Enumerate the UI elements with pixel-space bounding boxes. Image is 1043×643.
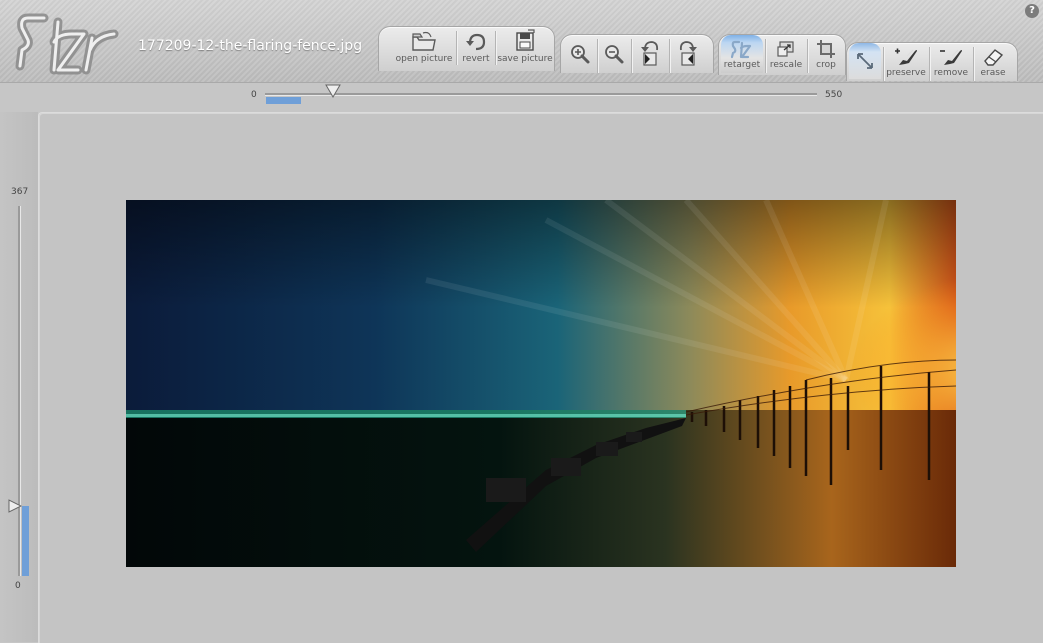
expand-button[interactable] <box>851 51 879 71</box>
open-picture-label: open picture <box>395 54 453 64</box>
height-slider-min: 0 <box>15 581 21 591</box>
mode-tools-group: retarget rescale crop <box>718 34 846 75</box>
divider <box>597 39 598 73</box>
rescale-button[interactable]: rescale <box>767 39 805 70</box>
revert-icon <box>466 33 486 51</box>
divider <box>765 39 766 73</box>
divider <box>456 31 457 65</box>
divider <box>631 39 632 73</box>
preserve-button[interactable]: preserve <box>885 47 927 78</box>
preserve-label: preserve <box>886 68 926 78</box>
brush-plus-icon <box>895 48 917 65</box>
width-slider-track[interactable] <box>265 93 817 96</box>
save-picture-label: save picture <box>497 54 553 64</box>
rotate-left-button[interactable] <box>633 39 667 67</box>
retarget-icon <box>730 40 752 59</box>
width-slider-thumb[interactable] <box>325 84 341 98</box>
zoom-in-button[interactable] <box>565 43 595 65</box>
photo-image <box>126 200 956 567</box>
remove-button[interactable]: remove <box>931 47 971 78</box>
rescale-label: rescale <box>769 60 803 70</box>
divider <box>669 39 670 73</box>
divider <box>807 39 808 73</box>
floppy-disk-icon <box>516 29 535 51</box>
rescale-icon <box>777 41 794 57</box>
crop-label: crop <box>816 60 836 70</box>
crop-button[interactable]: crop <box>809 39 843 70</box>
file-name: 177209-12-the-flaring-fence.jpg <box>138 38 363 54</box>
szr-logo <box>15 13 119 75</box>
height-slider-thumb[interactable] <box>8 499 22 513</box>
view-tools-group <box>560 34 714 73</box>
zoom-in-icon <box>571 45 590 64</box>
zoom-out-icon <box>605 45 624 64</box>
picture-preview[interactable] <box>126 200 956 567</box>
erase-label: erase <box>980 68 1006 78</box>
help-icon[interactable]: ? <box>1025 4 1039 18</box>
divider <box>495 31 496 65</box>
divider <box>973 47 974 81</box>
width-slider-min: 0 <box>251 90 257 100</box>
width-slider[interactable] <box>265 84 817 104</box>
divider <box>929 47 930 81</box>
open-picture-button[interactable]: open picture <box>395 31 453 64</box>
rotate-left-icon <box>641 41 659 66</box>
brush-minus-icon <box>940 49 962 65</box>
save-picture-button[interactable]: save picture <box>497 29 553 64</box>
height-slider-track[interactable] <box>18 206 21 576</box>
revert-button[interactable]: revert <box>458 31 494 64</box>
remove-label: remove <box>933 68 969 78</box>
retarget-label: retarget <box>723 60 761 70</box>
erase-button[interactable]: erase <box>975 47 1011 78</box>
crop-icon <box>817 40 835 58</box>
rotate-right-icon <box>679 41 697 66</box>
height-slider-fill <box>22 506 29 576</box>
file-tools-group: open picture revert save picture <box>378 26 555 71</box>
width-slider-max: 550 <box>825 90 843 100</box>
height-slider[interactable] <box>8 206 29 576</box>
revert-label: revert <box>462 54 490 64</box>
expand-arrows-icon <box>857 53 873 69</box>
mask-tools-group: preserve remove erase <box>846 42 1018 81</box>
retarget-button[interactable]: retarget <box>721 39 763 70</box>
folder-open-icon <box>412 31 436 51</box>
rotate-right-button[interactable] <box>671 39 705 67</box>
eraser-icon <box>984 49 1004 66</box>
app-header: 177209-12-the-flaring-fence.jpg ? open p… <box>0 0 1043 83</box>
zoom-out-button[interactable] <box>599 43 629 65</box>
divider <box>883 47 884 81</box>
width-slider-fill <box>266 97 301 104</box>
height-slider-max: 367 <box>11 187 29 197</box>
